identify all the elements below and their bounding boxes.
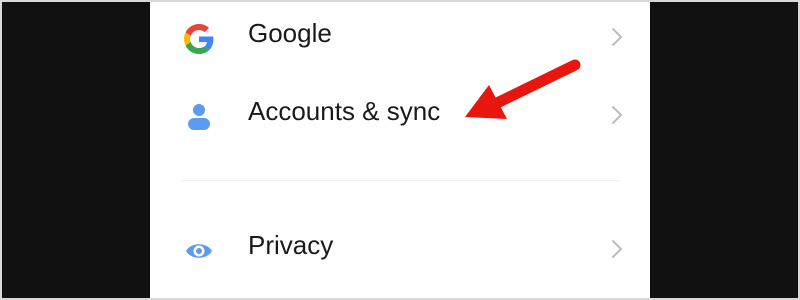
eye-icon — [184, 236, 214, 266]
settings-item-accounts-sync[interactable]: Accounts & sync — [150, 80, 650, 150]
chevron-right-icon — [610, 26, 624, 48]
person-icon — [184, 102, 214, 132]
google-g-icon — [184, 24, 214, 54]
section-divider — [182, 180, 620, 181]
settings-item-google[interactable]: Google — [150, 2, 650, 72]
settings-item-label: Privacy — [248, 230, 334, 260]
settings-list: Google Accounts & sync Privacy — [150, 2, 650, 298]
settings-item-label: Accounts & sync — [248, 96, 441, 126]
screenshot-frame: Google Accounts & sync Privacy — [0, 0, 800, 300]
settings-item-label: Google — [248, 18, 332, 48]
settings-item-privacy[interactable]: Privacy — [150, 214, 650, 284]
chevron-right-icon — [610, 238, 624, 260]
chevron-right-icon — [610, 104, 624, 126]
